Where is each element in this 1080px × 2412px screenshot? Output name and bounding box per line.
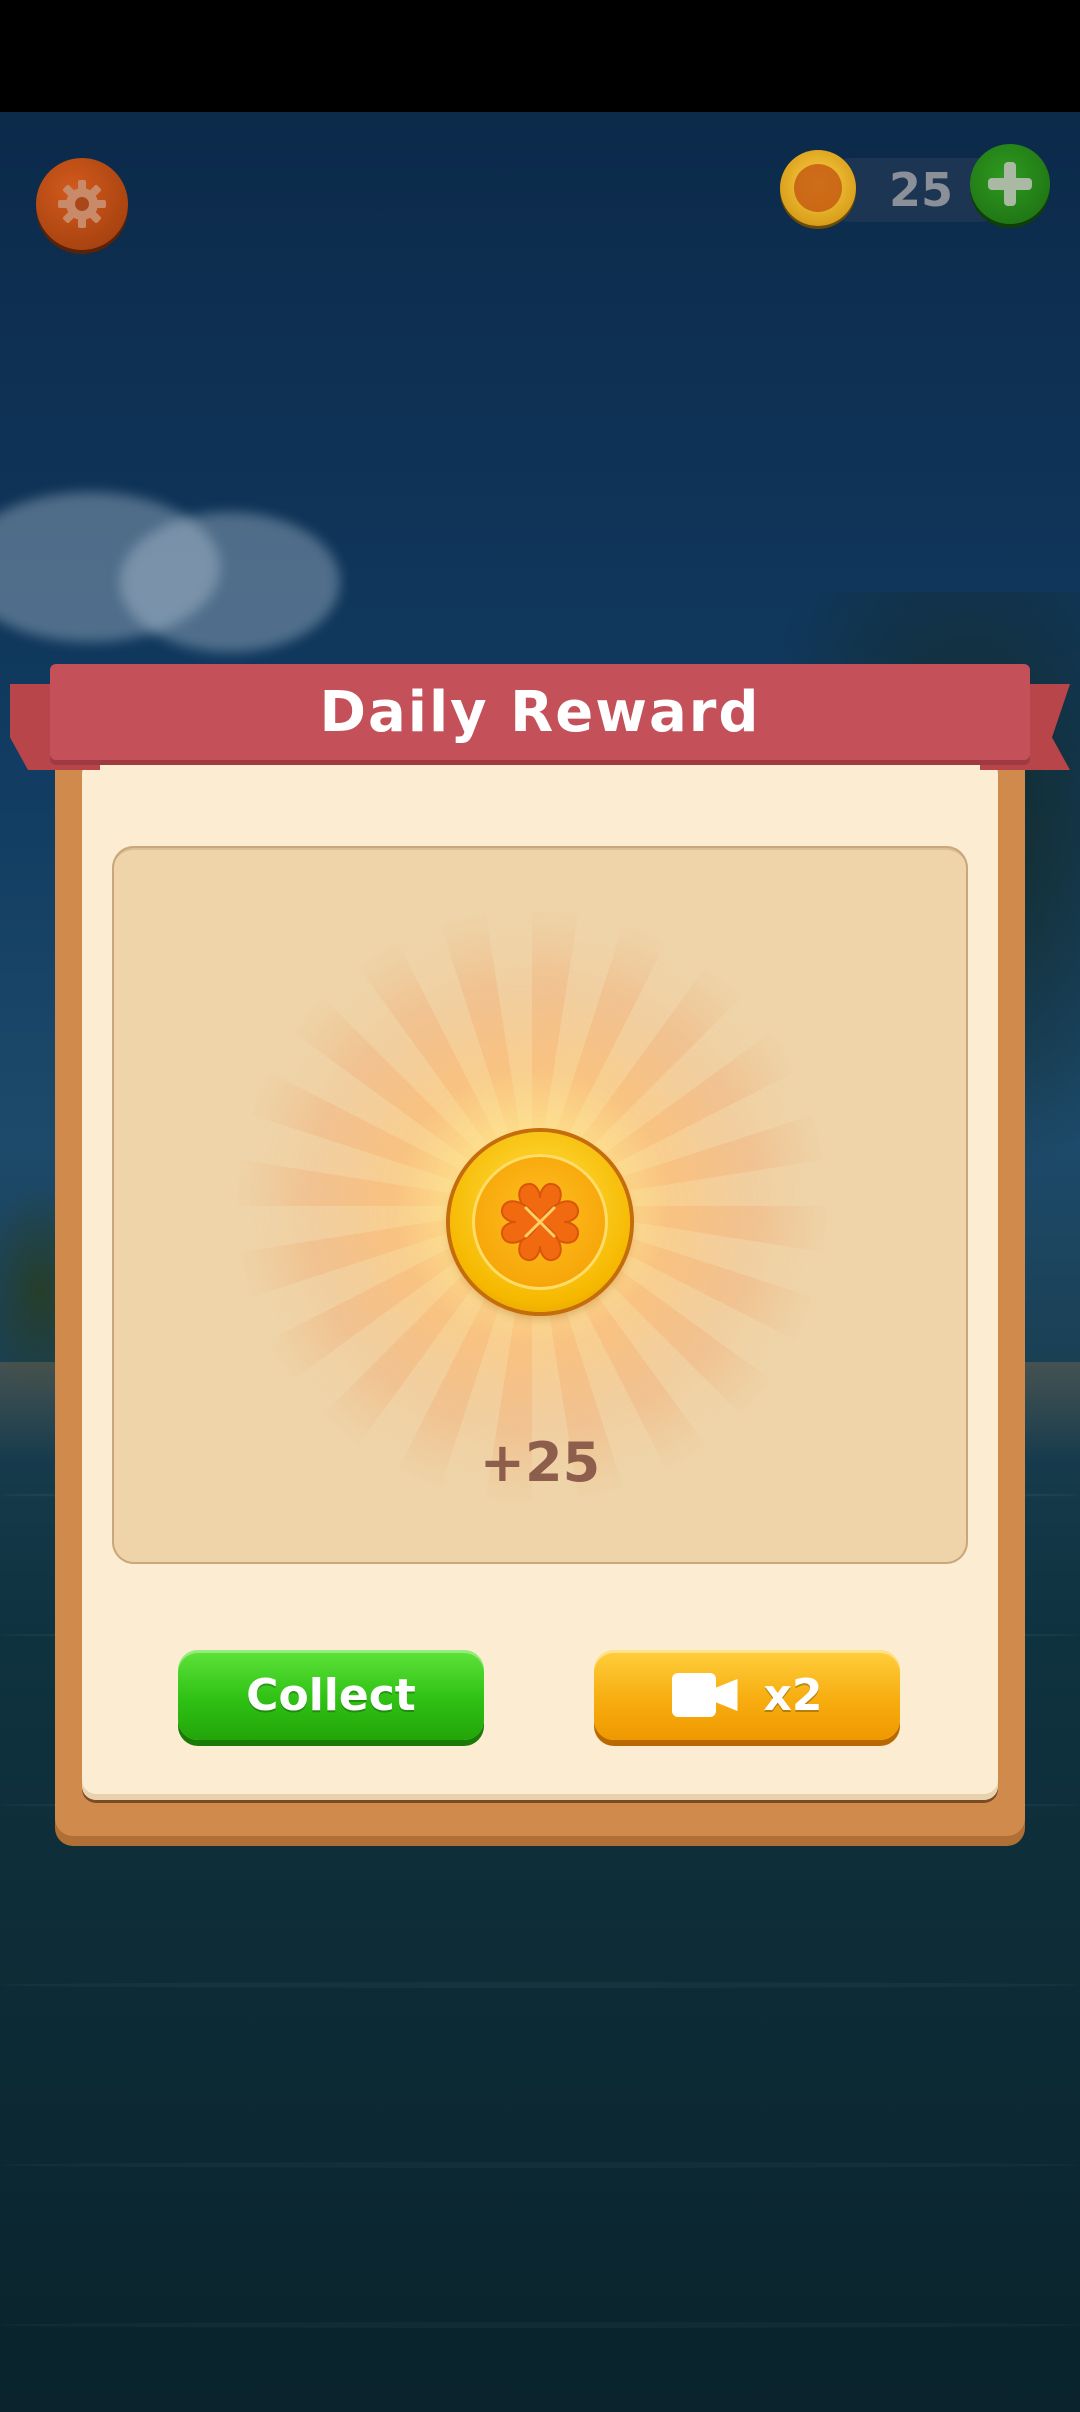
gear-icon bbox=[58, 180, 106, 228]
coin-count: 25 bbox=[888, 163, 953, 217]
clover-coin-icon bbox=[450, 1132, 630, 1312]
settings-button[interactable] bbox=[36, 158, 128, 250]
collect-button[interactable]: Collect bbox=[178, 1650, 484, 1740]
video-camera-icon bbox=[671, 1673, 738, 1717]
dialog-title: Daily Reward bbox=[319, 679, 761, 745]
coin-icon bbox=[780, 150, 856, 226]
status-bar bbox=[0, 0, 1080, 112]
coin-counter: 25 bbox=[780, 144, 1050, 230]
add-coins-button[interactable] bbox=[970, 144, 1050, 224]
double-label: x2 bbox=[763, 1669, 823, 1721]
collect-label: Collect bbox=[246, 1669, 416, 1721]
reward-amount: +25 bbox=[479, 1431, 601, 1494]
reward-panel: +25 bbox=[112, 846, 968, 1564]
watch-ad-double-button[interactable]: x2 bbox=[594, 1650, 900, 1740]
title-ribbon: Daily Reward bbox=[50, 664, 1030, 760]
